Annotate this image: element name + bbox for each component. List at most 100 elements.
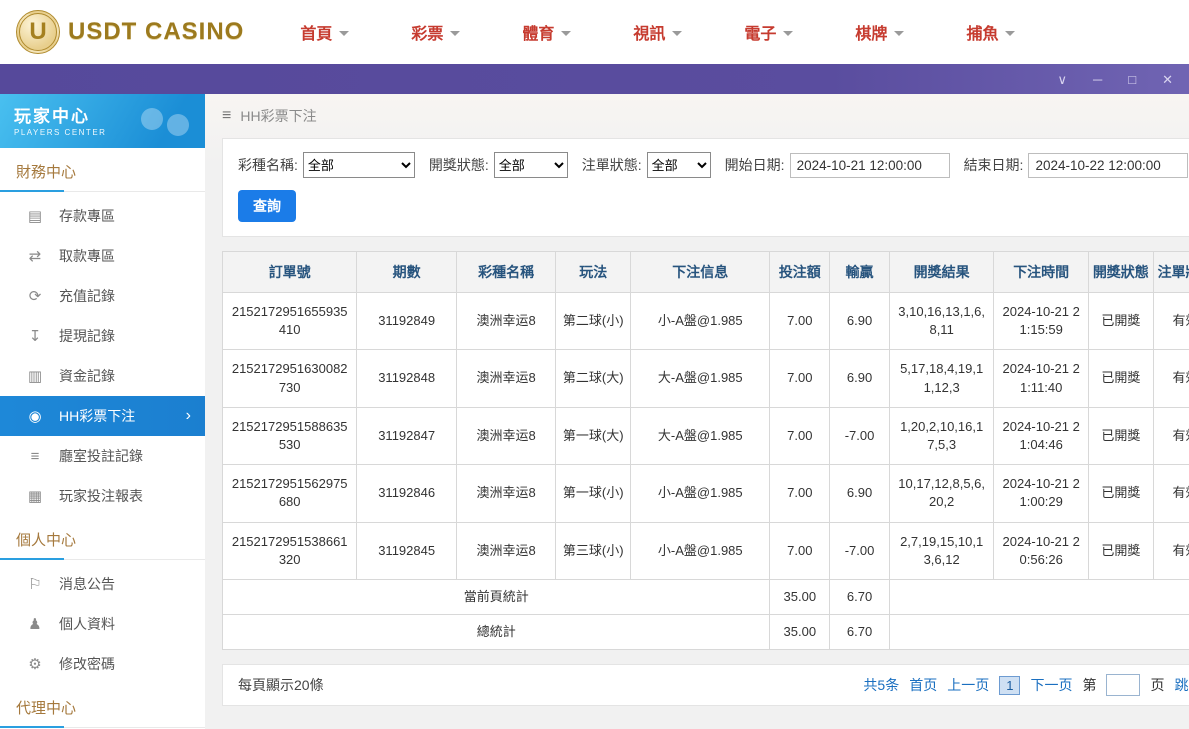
end-date-filter: 結束日期: [964, 153, 1189, 178]
cell-draw-status: 已開獎 [1088, 407, 1153, 464]
minimize-icon[interactable]: ─ [1093, 73, 1102, 86]
total-count: 共5条 [863, 675, 899, 695]
sidebar-item-room-bet-records[interactable]: ≡廳室投註記錄 [0, 436, 205, 476]
summary-empty-cell [889, 615, 1189, 650]
sidebar-section-title: 代理中心 [0, 684, 205, 728]
table-footer: 每頁顯示20條 共5条 首页 上一页 1 下一页 第 页 跳转 [222, 664, 1189, 706]
cell-play: 第二球(小) [556, 293, 631, 350]
withdrawal-record-icon: ↧ [26, 327, 44, 345]
funds-record-icon: ▥ [26, 367, 44, 385]
cell-bet-info: 小-A盤@1.985 [631, 293, 770, 350]
chevron-down-icon [1005, 31, 1015, 36]
prev-page-link[interactable]: 上一页 [947, 675, 989, 695]
start-date-label: 開始日期: [725, 155, 785, 175]
cell-draw-result: 5,17,18,4,19,11,12,3 [889, 350, 994, 407]
start-date-input[interactable] [790, 153, 950, 178]
end-date-input[interactable] [1028, 153, 1188, 178]
sidebar-item-label: HH彩票下注 [59, 406, 135, 426]
nav-item-label: 電子 [744, 20, 776, 44]
nav-item-0[interactable]: 首頁 [300, 20, 349, 44]
cell-play: 第三球(小) [556, 522, 631, 579]
lottery-filter: 彩種名稱: 全部 [238, 152, 415, 178]
close-icon[interactable]: ✕ [1162, 73, 1173, 86]
cell-draw-status: 已開獎 [1088, 465, 1153, 522]
sidebar-item-funds-record[interactable]: ▥ 資金記錄 [0, 356, 205, 396]
page-jump-input[interactable] [1106, 674, 1140, 696]
table-row: 215217295158863553031192847澳洲幸运8第一球(大)大-… [223, 407, 1189, 464]
column-header-draw-result: 開獎結果 [889, 252, 994, 293]
cell-play: 第一球(小) [556, 465, 631, 522]
chevron-down-icon [783, 31, 793, 36]
withdraw-icon: ⇄ [26, 247, 44, 265]
column-header-period: 期數 [357, 252, 457, 293]
nav-item-5[interactable]: 棋牌 [855, 20, 904, 44]
nav-item-6[interactable]: 捕魚 [966, 20, 1015, 44]
sidebar-item-label: 存款專區 [59, 206, 115, 226]
sidebar-item-profile[interactable]: ♟個人資料 [0, 604, 205, 644]
nav-item-label: 體育 [522, 20, 554, 44]
nav-item-2[interactable]: 體育 [522, 20, 571, 44]
sidebar: 玩家中心 PLAYERS CENTER 財務中心▤存款專區⇄取款專區⟳充值記錄↧… [0, 94, 205, 729]
lottery-select[interactable]: 全部 [303, 152, 415, 178]
nav-item-label: 視訊 [633, 20, 665, 44]
jump-button[interactable]: 跳转 [1174, 675, 1189, 695]
next-page-link[interactable]: 下一页 [1030, 675, 1072, 695]
top-header: U USDT CASINO 首頁 彩票 體育 視訊 電子 棋牌 捕魚 [0, 0, 1189, 64]
table-row: 215217295165593541031192849澳洲幸运8第二球(小)小-… [223, 293, 1189, 350]
pagination: 共5条 首页 上一页 1 下一页 第 页 跳转 [863, 674, 1189, 696]
chevron-down-icon [561, 31, 571, 36]
summary-bet-total: 35.00 [770, 579, 830, 614]
cell-bet-amount: 7.00 [770, 407, 830, 464]
cell-win-loss: 6.90 [830, 465, 890, 522]
cell-order-status: 有效 [1153, 522, 1189, 579]
chevron-down-icon[interactable]: ∨ [1058, 73, 1068, 86]
maximize-icon[interactable]: □ [1128, 73, 1136, 86]
cell-lottery-name: 澳洲幸运8 [456, 465, 556, 522]
sidebar-item-withdrawal-record[interactable]: ↧提現記錄 [0, 316, 205, 356]
draw-status-select[interactable]: 全部 [494, 152, 568, 178]
cell-order-status: 有效 [1153, 293, 1189, 350]
filter-panel: 彩種名稱: 全部 開獎狀態: 全部 注單狀態: 全部 [222, 138, 1189, 237]
sidebar-item-deposit[interactable]: ▤存款專區 [0, 196, 205, 236]
first-page-link[interactable]: 首页 [909, 675, 937, 695]
cell-bet-time: 2024-10-21 21:11:40 [994, 350, 1089, 407]
menu-toggle-icon[interactable]: ≡ [222, 107, 231, 125]
player-center-banner: 玩家中心 PLAYERS CENTER [0, 94, 205, 148]
recharge-record-icon: ⟳ [26, 287, 44, 305]
summary-label: 當前頁統計 [223, 579, 770, 614]
cell-draw-result: 1,20,2,10,16,17,5,3 [889, 407, 994, 464]
nav-item-3[interactable]: 視訊 [633, 20, 682, 44]
player-report-icon: ▦ [26, 487, 44, 505]
sidebar-item-label: 資金記錄 [59, 366, 115, 386]
sidebar-item-label: 消息公告 [59, 574, 115, 594]
room-bet-record-icon: ≡ [26, 448, 44, 465]
search-button[interactable]: 查詢 [238, 190, 296, 222]
app-shell: 玩家中心 PLAYERS CENTER 財務中心▤存款專區⇄取款專區⟳充值記錄↧… [0, 94, 1189, 729]
cell-lottery-name: 澳洲幸运8 [456, 350, 556, 407]
sidebar-item-withdraw[interactable]: ⇄取款專區 [0, 236, 205, 276]
chevron-down-icon [672, 31, 682, 36]
nav-item-label: 捕魚 [966, 20, 998, 44]
order-status-select[interactable]: 全部 [647, 152, 711, 178]
bets-table: 訂單號期數彩種名稱玩法下注信息投注額輸贏開獎結果下注時間開獎狀態注單狀態 215… [222, 251, 1189, 650]
sidebar-item-player-bet-report[interactable]: ▦玩家投注報表 [0, 476, 205, 516]
summary-bet-total: 35.00 [770, 615, 830, 650]
cell-period: 31192849 [357, 293, 457, 350]
table-header-row: 訂單號期數彩種名稱玩法下注信息投注額輸贏開獎結果下注時間開獎狀態注單狀態 [223, 252, 1189, 293]
bets-table-card: 訂單號期數彩種名稱玩法下注信息投注額輸贏開獎結果下注時間開獎狀態注單狀態 215… [222, 251, 1189, 650]
sidebar-item-change-password[interactable]: ⚙修改密碼 [0, 644, 205, 684]
nav-item-1[interactable]: 彩票 [411, 20, 460, 44]
logo[interactable]: U USDT CASINO [16, 10, 244, 54]
sidebar-item-label: 修改密碼 [59, 654, 115, 674]
main-content: ≡ HH彩票下注 彩種名稱: 全部 開獎狀態: 全部 注 [205, 94, 1189, 729]
order-status-filter: 注單狀態: 全部 [582, 152, 711, 178]
sidebar-item-recharge-record[interactable]: ⟳充值記錄 [0, 276, 205, 316]
cell-bet-time: 2024-10-21 20:56:26 [994, 522, 1089, 579]
sidebar-item-announcements[interactable]: ⚐消息公告 [0, 564, 205, 604]
nav-item-4[interactable]: 電子 [744, 20, 793, 44]
cell-bet-time: 2024-10-21 21:15:59 [994, 293, 1089, 350]
breadcrumb: ≡ HH彩票下注 [222, 94, 1189, 138]
sidebar-item-hh-lottery-bets[interactable]: ◉HH彩票下注› [0, 396, 205, 436]
logo-icon: U [16, 10, 60, 54]
column-header-bet-info: 下注信息 [631, 252, 770, 293]
